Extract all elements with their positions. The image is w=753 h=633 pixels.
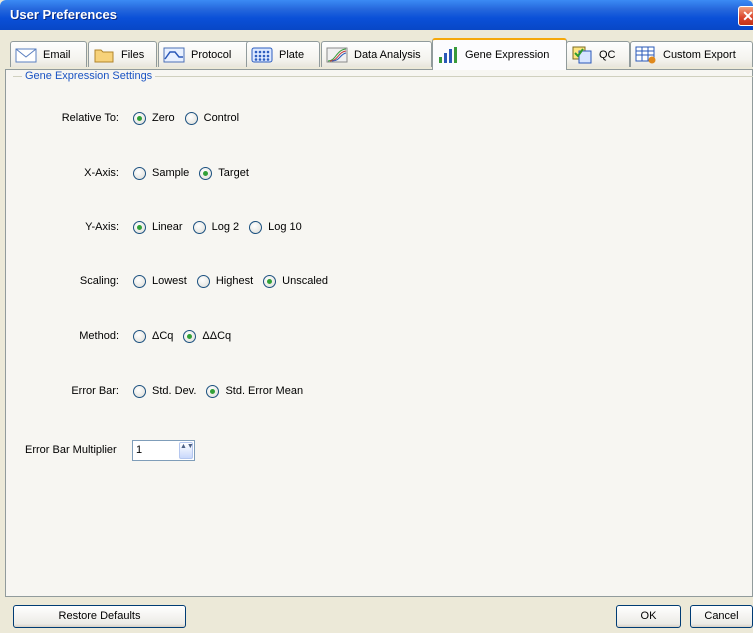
tab-label: Files: [121, 48, 145, 61]
radio-circle[interactable]: [133, 329, 146, 343]
radio-circle[interactable]: [249, 220, 263, 234]
radio-control[interactable]: Control: [184, 111, 240, 125]
export-table-icon: [635, 46, 656, 63]
qc-checklist-icon: [572, 46, 592, 63]
error-bar-label: Error Bar:: [71, 385, 119, 397]
radio-label: Std. Dev.: [152, 385, 197, 397]
multiplier-label: Error Bar Multiplier: [25, 444, 117, 456]
group-label: Gene Expression Settings: [22, 70, 156, 82]
tab-label: Plate: [279, 48, 305, 61]
radio-log2[interactable]: Log 2: [192, 220, 240, 234]
radio-label: Linear: [152, 221, 183, 233]
radio-std-dev[interactable]: Std. Dev.: [133, 384, 197, 398]
radio-circle-selected[interactable]: [199, 166, 213, 180]
radio-circle[interactable]: [192, 220, 206, 234]
spin-arrows-icon[interactable]: ▲▼: [179, 442, 194, 459]
tab-label: Email: [43, 48, 71, 61]
radio-zero[interactable]: Zero: [133, 111, 175, 125]
radio-circle[interactable]: [133, 166, 146, 180]
tab-gene-expression[interactable]: Gene Expression: [432, 38, 567, 70]
radio-label: Highest: [215, 275, 254, 287]
radio-label: Lowest: [152, 275, 187, 287]
tab-label: Gene Expression: [465, 49, 550, 61]
radio-circle[interactable]: [133, 384, 146, 398]
relative-to-label: Relative To:: [61, 112, 119, 124]
radio-delta-delta-cq[interactable]: ΔΔCq: [183, 329, 232, 343]
radio-circle-selected[interactable]: [133, 111, 146, 125]
scaling-row: Scaling: Lowest Highest Unscaled: [0, 273, 600, 289]
plate-grid-icon: [251, 47, 273, 62]
y-axis-label: Y-Axis:: [85, 221, 119, 233]
relative-to-row: Relative To: Zero Control: [0, 110, 600, 126]
tab-label: QC: [599, 48, 616, 61]
radio-label: Control: [203, 112, 240, 124]
radio-linear[interactable]: Linear: [133, 220, 183, 234]
bar-chart-icon: [439, 47, 457, 63]
radio-unscaled[interactable]: Unscaled: [263, 274, 329, 288]
radio-circle[interactable]: [196, 274, 210, 288]
scaling-label: Scaling:: [79, 275, 119, 287]
tab-data-analysis[interactable]: Data Analysis: [321, 41, 432, 67]
tab-label: Protocol: [191, 48, 232, 61]
multiplier-spinbox[interactable]: 1 ▲▼: [132, 440, 195, 461]
cancel-button[interactable]: Cancel: [690, 605, 753, 628]
method-label: Method:: [79, 330, 119, 342]
radio-delta-cq[interactable]: ΔCq: [133, 329, 174, 343]
radio-label: Target: [218, 167, 249, 179]
radio-std-error-mean[interactable]: Std. Error Mean: [206, 384, 304, 398]
radio-log10[interactable]: Log 10: [249, 220, 302, 234]
folder-icon: [94, 49, 114, 62]
radio-circle[interactable]: [133, 274, 146, 288]
restore-defaults-button[interactable]: Restore Defaults: [13, 605, 186, 628]
radio-circle-selected[interactable]: [206, 384, 220, 398]
tab-label: Custom Export: [663, 48, 736, 61]
envelope-icon: [15, 48, 37, 62]
protocol-curve-icon: [163, 47, 185, 62]
method-row: Method: ΔCq ΔΔCq: [0, 328, 600, 344]
amplification-icon: [326, 47, 348, 62]
radio-circle-selected[interactable]: [263, 274, 277, 288]
radio-label: ΔΔCq: [202, 330, 232, 342]
radio-label: Log 10: [268, 221, 302, 233]
x-axis-label: X-Axis:: [84, 167, 119, 179]
window-title: User Preferences: [10, 7, 117, 22]
radio-target[interactable]: Target: [199, 166, 249, 180]
radio-circle-selected[interactable]: [133, 220, 146, 234]
x-axis-row: X-Axis: Sample Target: [0, 165, 600, 181]
tab-qc[interactable]: QC: [566, 41, 630, 67]
radio-sample[interactable]: Sample: [133, 166, 190, 180]
radio-label: Zero: [152, 112, 175, 124]
radio-highest[interactable]: Highest: [196, 274, 254, 288]
radio-label: Sample: [152, 167, 190, 179]
radio-label: Std. Error Mean: [225, 385, 304, 397]
radio-circle[interactable]: [184, 111, 198, 125]
tab-plate[interactable]: Plate: [246, 41, 320, 67]
radio-label: ΔCq: [152, 330, 174, 342]
tab-protocol[interactable]: Protocol: [158, 41, 255, 67]
error-bar-row: Error Bar: Std. Dev. Std. Error Mean: [0, 383, 600, 399]
radio-lowest[interactable]: Lowest: [133, 274, 187, 288]
close-button[interactable]: ✕: [738, 6, 753, 26]
tab-email[interactable]: Email: [10, 41, 87, 67]
radio-label: Unscaled: [282, 275, 329, 287]
title-bar: User Preferences ✕: [0, 0, 753, 30]
radio-circle-selected[interactable]: [183, 329, 197, 343]
tab-strip: Email Files Protocol Plate Data Analysis…: [0, 30, 753, 70]
tab-custom-export[interactable]: Custom Export: [630, 41, 753, 67]
radio-label: Log 2: [211, 221, 240, 233]
multiplier-value[interactable]: 1: [136, 444, 142, 456]
tab-files[interactable]: Files: [88, 41, 157, 67]
ok-button[interactable]: OK: [616, 605, 681, 628]
y-axis-row: Y-Axis: Linear Log 2 Log 10: [0, 219, 600, 235]
tab-label: Data Analysis: [354, 48, 421, 61]
